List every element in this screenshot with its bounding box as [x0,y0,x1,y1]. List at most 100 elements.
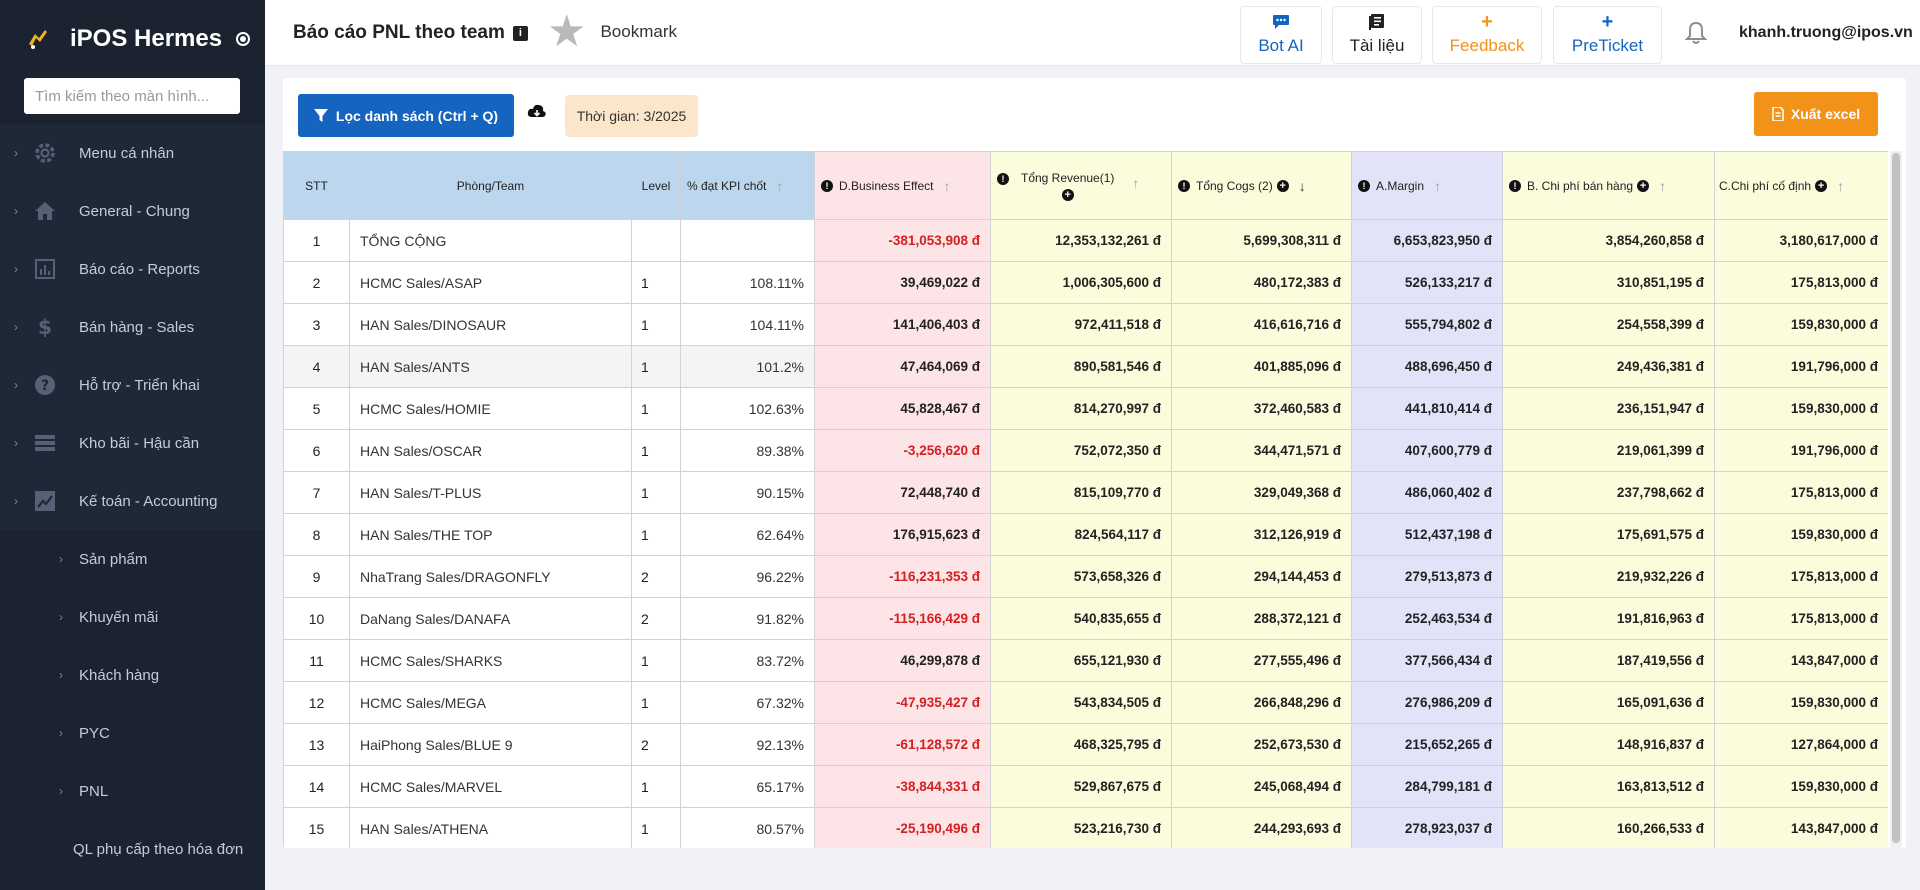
cell-ccp: 175,813,000 đ [1714,555,1888,598]
sidebar-item-sales[interactable]: › $ Bán hàng - Sales [0,298,265,356]
sidebar-item-ql-phu-cap[interactable]: QL phụ cấp theo hóa đơn [0,820,265,878]
sort-arrow-up-icon[interactable]: ↑ [1837,178,1844,194]
table-row[interactable]: 5 HCMC Sales/HOMIE 1 102.63% 45,828,467 đ 814… [283,387,1888,430]
chevron-right-icon: › [14,146,18,160]
cell-bcp: 236,151,947 đ [1502,387,1715,430]
sidebar-item-support[interactable]: › ? Hỗ trợ - Triển khai [0,356,265,414]
exclamation-icon[interactable]: ! [1178,179,1190,192]
cell-stt: 8 [283,513,350,556]
info-icon[interactable]: i [512,25,528,41]
time-filter-chip[interactable]: Thời gian: 3/2025 [565,95,698,137]
sort-arrow-down-icon[interactable]: ↓ [1299,178,1306,194]
table-row[interactable]: 6 HAN Sales/OSCAR 1 89.38% -3,256,620 đ 752,0… [283,429,1888,472]
chevron-right-icon: › [14,320,18,334]
hermes-logo-icon [24,25,52,53]
cell-team: HAN Sales/T-PLUS [349,471,632,514]
table-row[interactable]: 9 NhaTrang Sales/DRAGONFLY 2 96.22% -116,231… [283,555,1888,598]
sidebar-item-general[interactable]: › General - Chung [0,182,265,240]
sidebar-item-label: Báo cáo - Reports [79,260,200,278]
sidebar-search-input[interactable] [24,78,240,114]
sidebar-subitem-khach-hang[interactable]: › Khách hàng [0,646,265,704]
cell-rev: 468,325,795 đ [990,723,1172,766]
sort-arrow-up-icon[interactable]: ↑ [1659,178,1666,194]
sidebar-subitem-san-pham[interactable]: › Sản phẩm [0,530,265,588]
column-header-fixed-cost[interactable]: C.Chi phí cố định + ↑ [1714,151,1888,220]
expand-plus-icon[interactable]: + [1061,188,1074,201]
sidebar-subitem-pnl[interactable]: › PNL [0,762,265,820]
table-row[interactable]: 14 HCMC Sales/MARVEL 1 65.17% -38,844,331 đ5… [283,765,1888,808]
table-row[interactable]: 4 HAN Sales/ANTS 1 101.2% 47,464,069 đ 890,58… [283,345,1888,388]
cloud-download-icon[interactable] [527,102,547,122]
table-scrollbar[interactable] [1890,151,1902,848]
cell-stt: 13 [283,723,350,766]
app-name: iPOS Hermes [70,25,223,52]
chevron-right-icon: › [59,784,63,798]
bookmark-button[interactable]: ★ Bookmark [547,10,677,54]
table-row[interactable]: 1 TỔNG CỘNG -381,053,908 đ 12,353,132,261 đ… [283,219,1888,262]
export-excel-button[interactable]: Xuất excel [1754,92,1878,136]
exclamation-icon[interactable]: ! [1358,179,1370,192]
table-row[interactable]: 11 HCMC Sales/SHARKS 1 83.72% 46,299,878 đ 65… [283,639,1888,682]
table-row[interactable]: 10 DaNang Sales/DANAFA 2 91.82% -115,166,429… [283,597,1888,640]
sidebar-item-menu-ca-nhan[interactable]: › Menu cá nhân [0,124,265,182]
sort-arrow-up-icon[interactable]: ↑ [1434,178,1441,194]
sidebar-item-label: Hỗ trợ - Triển khai [79,376,200,394]
cell-kpi: 108.11% [680,261,815,304]
table-row[interactable]: 7 HAN Sales/T-PLUS 1 90.15% 72,448,740 đ 815,… [283,471,1888,514]
sidebar-subitem-pyc[interactable]: › PYC [0,704,265,762]
cell-ccp: 191,796,000 đ [1714,429,1888,472]
feedback-button[interactable]: + Feedback [1432,6,1542,64]
column-header-label: Phòng/Team [456,178,525,193]
radio-toggle-icon[interactable] [236,32,251,46]
table-row[interactable]: 12 HCMC Sales/MEGA 1 67.32% -47,935,427 đ 543… [283,681,1888,724]
cell-bcp: 148,916,837 đ [1502,723,1715,766]
exclamation-icon[interactable]: ! [1509,179,1521,192]
cell-team: HAN Sales/ANTS [349,345,632,388]
table-row[interactable]: 3 HAN Sales/DINOSAUR 1 104.11% 141,406,403 đ… [283,303,1888,346]
column-header-stt[interactable]: STT [283,151,350,220]
bell-icon[interactable] [1683,20,1709,46]
column-header-level[interactable]: Level [631,151,681,220]
cell-level: 1 [631,387,681,430]
sort-arrow-up-icon[interactable]: ↑ [1132,175,1139,191]
tai-lieu-button[interactable]: Tài liệu [1332,6,1422,64]
sidebar-item-label: Bán hàng - Sales [79,318,195,336]
chevron-right-icon: › [59,610,63,624]
table-row[interactable]: 13 HaiPhong Sales/BLUE 9 2 92.13% -61,128,57… [283,723,1888,766]
sidebar-subitem-khuyen-mai[interactable]: › Khuyến mãi [0,588,265,646]
exclamation-icon[interactable]: ! [821,179,833,192]
sidebar-item-accounting[interactable]: › Kế toán - Accounting [0,472,265,530]
scrollbar-thumb[interactable] [1892,153,1900,843]
column-header-kpi[interactable]: % đạt KPI chốt ↑ [680,151,815,220]
user-email[interactable]: khanh.truong@ipos.vn [1739,24,1914,42]
cell-team: HaiPhong Sales/BLUE 9 [349,723,632,766]
table-row[interactable]: 2 HCMC Sales/ASAP 1 108.11% 39,469,022 đ 1,00… [283,261,1888,304]
cell-cogs: 416,616,716 đ [1171,303,1352,346]
sidebar-item-warehouse[interactable]: › Kho bãi - Hậu cần [0,414,265,472]
cell-be: 39,469,022 đ [814,261,991,304]
preticket-button[interactable]: + PreTicket [1553,6,1662,64]
column-header-margin[interactable]: ! A.Margin ↑ [1351,151,1503,220]
column-header-revenue[interactable]: ! Tổng Revenue(1) + ↑ [990,151,1172,220]
cell-cogs: 266,848,296 đ [1171,681,1352,724]
sort-arrow-up-icon[interactable]: ↑ [776,178,783,194]
cell-ccp: 175,813,000 đ [1714,261,1888,304]
exclamation-icon[interactable]: ! [997,172,1009,185]
table-row[interactable]: 8 HAN Sales/THE TOP 1 62.64% 176,915,623 đ 82… [283,513,1888,556]
cell-kpi: 104.11% [680,303,815,346]
bot-ai-button[interactable]: Bot AI [1240,6,1322,64]
filter-list-button[interactable]: Lọc danh sách (Ctrl + Q) [298,94,514,137]
expand-plus-icon[interactable]: + [1815,179,1828,192]
column-header-selling-cost[interactable]: ! B. Chi phí bán hàng + ↑ [1502,151,1715,220]
column-header-business-effect[interactable]: ! D.Business Effect ↑ [814,151,991,220]
expand-plus-icon[interactable]: + [1637,179,1650,192]
expand-plus-icon[interactable]: + [1276,179,1289,192]
column-header-cogs[interactable]: ! Tổng Cogs (2) + ↓ [1171,151,1352,220]
table-row[interactable]: 15 HAN Sales/ATHENA 1 80.57% -25,190,496 đ 52… [283,807,1888,848]
sidebar-item-reports[interactable]: › Báo cáo - Reports [0,240,265,298]
cell-level: 2 [631,555,681,598]
column-header-team[interactable]: Phòng/Team [349,151,632,220]
question-icon: ? [33,373,57,397]
filter-icon [313,108,328,122]
sort-arrow-up-icon[interactable]: ↑ [944,178,951,194]
